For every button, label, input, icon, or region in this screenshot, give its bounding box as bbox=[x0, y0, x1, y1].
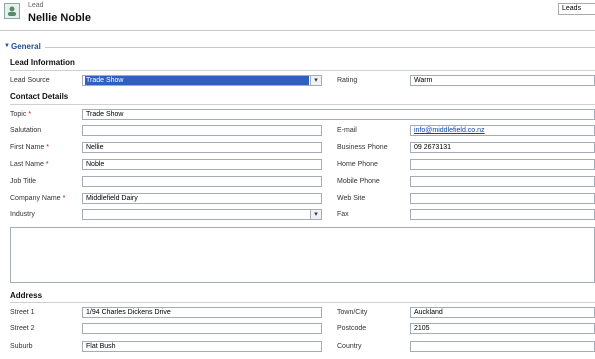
fax-field[interactable] bbox=[410, 209, 595, 220]
group-title-contact-details: Contact Details bbox=[10, 92, 69, 101]
home-phone-label: Home Phone bbox=[337, 161, 378, 168]
lead-icon bbox=[4, 3, 20, 19]
chevron-down-icon[interactable]: ▾ bbox=[310, 210, 321, 219]
suburb-label: Suburb bbox=[10, 343, 33, 350]
industry-value bbox=[85, 210, 309, 219]
town-city-label: Town/City bbox=[337, 309, 368, 316]
section-title: General bbox=[11, 42, 41, 51]
company-name-label-text: Company Name bbox=[10, 195, 61, 202]
web-site-label: Web Site bbox=[337, 195, 366, 202]
job-title-field[interactable] bbox=[82, 176, 322, 187]
group-title-address: Address bbox=[10, 291, 43, 300]
street2-field[interactable] bbox=[82, 323, 322, 334]
group-title-lead-information: Lead Information bbox=[10, 58, 75, 67]
street1-field[interactable]: 1/94 Charles Dickens Drive bbox=[82, 307, 322, 318]
mobile-phone-label: Mobile Phone bbox=[337, 178, 380, 185]
triangle-down-icon[interactable]: ▼ bbox=[4, 43, 10, 49]
topic-label: Topic * bbox=[10, 111, 31, 118]
rating-field[interactable]: Warm bbox=[410, 75, 595, 86]
suburb-field[interactable]: Flat Bush bbox=[82, 341, 322, 352]
record-title: Nellie Noble bbox=[28, 12, 91, 24]
company-name-label: Company Name * bbox=[10, 195, 65, 202]
group-divider bbox=[10, 104, 595, 105]
description-textarea[interactable] bbox=[10, 227, 595, 283]
rating-label: Rating bbox=[337, 77, 358, 84]
group-divider bbox=[10, 302, 595, 303]
required-marker: * bbox=[62, 195, 66, 202]
entity-selector[interactable]: Leads bbox=[558, 3, 595, 15]
country-field[interactable] bbox=[410, 341, 595, 352]
fax-label: Fax bbox=[337, 211, 349, 218]
first-name-label: First Name * bbox=[10, 144, 49, 151]
required-marker: * bbox=[46, 144, 49, 151]
salutation-label: Salutation bbox=[10, 127, 42, 134]
lead-source-label: Lead Source bbox=[10, 77, 50, 84]
postcode-field[interactable]: 2105 bbox=[410, 323, 595, 334]
salutation-field[interactable] bbox=[82, 125, 322, 136]
entity-type-label: Lead bbox=[28, 2, 44, 9]
street1-label: Street 1 bbox=[10, 309, 35, 316]
header-divider bbox=[0, 30, 595, 31]
postcode-label: Postcode bbox=[337, 325, 367, 332]
job-title-label: Job Title bbox=[10, 178, 37, 185]
required-marker: * bbox=[45, 161, 49, 168]
last-name-field[interactable]: Noble bbox=[82, 159, 322, 170]
street2-label: Street 2 bbox=[10, 325, 35, 332]
home-phone-field[interactable] bbox=[410, 159, 595, 170]
country-label: Country bbox=[337, 343, 362, 350]
business-phone-label: Business Phone bbox=[337, 144, 388, 151]
mobile-phone-field[interactable] bbox=[410, 176, 595, 187]
email-label: E-mail bbox=[337, 127, 357, 134]
company-name-field[interactable]: Middlefield Dairy bbox=[82, 193, 322, 204]
email-field[interactable]: info@middlefield.co.nz bbox=[410, 125, 595, 136]
last-name-label-text: Last Name bbox=[10, 161, 44, 168]
topic-field[interactable]: Trade Show bbox=[82, 109, 595, 120]
industry-select[interactable]: ▾ bbox=[82, 209, 322, 220]
industry-label: Industry bbox=[10, 211, 35, 218]
first-name-label-text: First Name bbox=[10, 144, 45, 151]
first-name-field[interactable]: Nellie bbox=[82, 142, 322, 153]
section-divider bbox=[45, 47, 595, 48]
town-city-field[interactable]: Auckland bbox=[410, 307, 595, 318]
record-header: Lead Nellie Noble Leads bbox=[0, 0, 595, 30]
web-site-field[interactable] bbox=[410, 193, 595, 204]
topic-label-text: Topic bbox=[10, 111, 27, 118]
group-divider bbox=[10, 70, 595, 71]
business-phone-field[interactable]: 09 2673131 bbox=[410, 142, 595, 153]
chevron-down-icon[interactable]: ▾ bbox=[310, 76, 321, 85]
lead-source-select[interactable]: Trade Show ▾ bbox=[82, 75, 322, 86]
required-marker: * bbox=[28, 111, 32, 118]
last-name-label: Last Name * bbox=[10, 161, 49, 168]
lead-source-value: Trade Show bbox=[85, 76, 309, 85]
